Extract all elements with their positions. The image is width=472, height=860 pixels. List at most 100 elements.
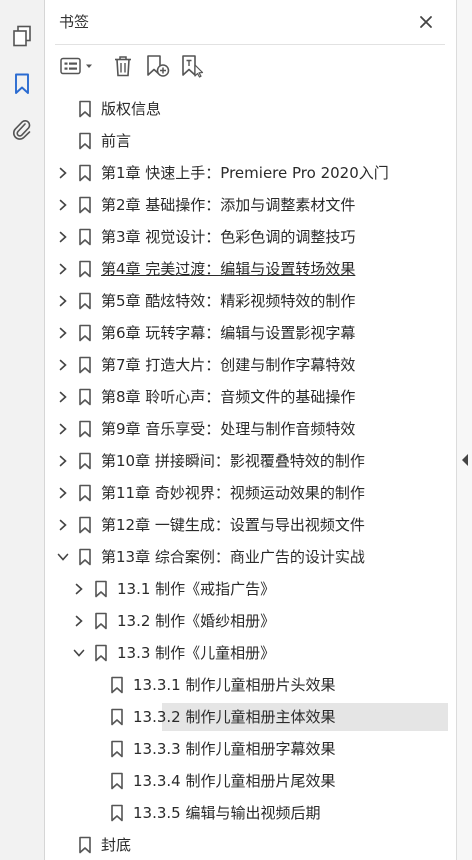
- chevron-right-icon[interactable]: [57, 519, 69, 531]
- bookmark-item-icon: [110, 708, 124, 726]
- bookmark-item[interactable]: 第2章 基础操作：添加与调整素材文件: [45, 190, 456, 220]
- bookmark-item[interactable]: 13.3.3 制作儿童相册字幕效果: [45, 734, 456, 764]
- chevron-right-icon[interactable]: [57, 455, 69, 467]
- bookmark-label: 封底: [101, 836, 132, 854]
- bookmark-item-icon: [78, 260, 92, 278]
- bookmark-item-icon: [78, 484, 92, 502]
- bookmark-label: 第3章 视觉设计：色彩色调的调整技巧: [101, 228, 356, 246]
- attachment-icon[interactable]: [8, 116, 36, 144]
- chevron-right-icon[interactable]: [57, 199, 69, 211]
- chevron-right-icon[interactable]: [57, 423, 69, 435]
- delete-bookmark-button[interactable]: [110, 52, 136, 80]
- bookmark-item[interactable]: 第8章 聆听心声：音频文件的基础操作: [45, 382, 456, 412]
- bookmark-label: 第5章 酷炫特效：精彩视频特效的制作: [101, 292, 356, 310]
- bookmark-label: 第13章 综合案例：商业广告的设计实战: [101, 548, 365, 566]
- bookmark-item[interactable]: 前言: [45, 126, 456, 156]
- bookmark-item-icon: [110, 676, 124, 694]
- bookmark-label: 第10章 拼接瞬间：影视覆叠特效的制作: [101, 452, 365, 470]
- bookmark-item-icon: [78, 228, 92, 246]
- bookmark-item-icon: [94, 644, 108, 662]
- chevron-right-icon[interactable]: [57, 391, 69, 403]
- bookmark-item-icon: [78, 324, 92, 342]
- bookmark-item[interactable]: 13.3.1 制作儿童相册片头效果: [45, 670, 456, 700]
- bookmark-item[interactable]: 第12章 一键生成：设置与导出视频文件: [45, 510, 456, 540]
- bookmark-label: 第11章 奇妙视界：视频运动效果的制作: [101, 484, 365, 502]
- bookmark-item[interactable]: 13.3.4 制作儿童相册片尾效果: [45, 766, 456, 796]
- bookmark-item[interactable]: 13.3.2 制作儿童相册主体效果: [45, 702, 456, 732]
- panel-title: 书签: [59, 13, 90, 31]
- delete-icon: [115, 56, 131, 77]
- bookmark-item-icon: [78, 356, 92, 374]
- bookmark-item-icon: [78, 196, 92, 214]
- chevron-right-icon[interactable]: [57, 295, 69, 307]
- bookmark-from-selection-icon: [182, 55, 204, 78]
- bookmark-item-icon: [78, 548, 92, 566]
- chevron-right-icon[interactable]: [57, 231, 69, 243]
- bookmark-item[interactable]: 第5章 酷炫特效：精彩视频特效的制作: [45, 286, 456, 316]
- bookmark-item[interactable]: 第4章 完美过渡：编辑与设置转场效果: [45, 254, 456, 284]
- bookmark-item[interactable]: 第1章 快速上手：Premiere Pro 2020入门: [45, 158, 456, 188]
- bookmark-item[interactable]: 13.1 制作《戒指广告》: [45, 574, 456, 604]
- bookmark-label: 第6章 玩转字幕：编辑与设置影视字幕: [101, 324, 356, 342]
- bookmark-icon[interactable]: [8, 70, 36, 98]
- document-edge: [457, 0, 472, 860]
- bookmark-item-icon: [78, 132, 92, 150]
- bookmark-from-selection-button[interactable]: [179, 52, 207, 80]
- bookmark-item-icon: [110, 804, 124, 822]
- chevron-down-icon[interactable]: [73, 647, 85, 659]
- bookmark-label: 第9章 音乐享受：处理与制作音频特效: [101, 420, 356, 438]
- bookmark-item[interactable]: 第3章 视觉设计：色彩色调的调整技巧: [45, 222, 456, 252]
- bookmark-label: 13.3.2 制作儿童相册主体效果: [133, 708, 336, 726]
- chevron-right-icon[interactable]: [57, 327, 69, 339]
- bookmark-label: 13.2 制作《婚纱相册》: [117, 612, 276, 630]
- bookmark-label: 第1章 快速上手：Premiere Pro 2020入门: [101, 164, 389, 182]
- bookmark-item-icon: [110, 740, 124, 758]
- bookmark-label: 第7章 打造大片：创建与制作字幕特效: [101, 356, 356, 374]
- chevron-right-icon[interactable]: [57, 487, 69, 499]
- chevron-right-icon[interactable]: [73, 583, 85, 595]
- bookmark-label: 第8章 聆听心声：音频文件的基础操作: [101, 388, 356, 406]
- chevron-right-icon[interactable]: [73, 615, 85, 627]
- pages-icon[interactable]: [8, 22, 36, 50]
- divider: [55, 44, 445, 45]
- bookmark-label: 13.3 制作《儿童相册》: [117, 644, 276, 662]
- bookmark-item-icon: [110, 772, 124, 790]
- chevron-right-icon[interactable]: [57, 263, 69, 275]
- bookmark-label: 13.3.3 制作儿童相册字幕效果: [133, 740, 336, 758]
- chevron-right-icon[interactable]: [57, 167, 69, 179]
- bookmark-item[interactable]: 13.2 制作《婚纱相册》: [45, 606, 456, 636]
- bookmark-item-icon: [78, 516, 92, 534]
- collapse-panel-icon[interactable]: [460, 452, 470, 466]
- bookmark-label: 第4章 完美过渡：编辑与设置转场效果: [101, 260, 356, 278]
- bookmark-item[interactable]: 版权信息: [45, 94, 456, 124]
- bookmarks-panel: 书签 版权信息 前言 第1章 快速上手：Premiere Pro 2020入门 …: [45, 0, 457, 860]
- bookmark-item-icon: [94, 612, 108, 630]
- new-bookmark-button[interactable]: [144, 52, 172, 80]
- chevron-right-icon[interactable]: [57, 359, 69, 371]
- navigation-rail: [0, 0, 45, 860]
- bookmark-item-icon: [78, 836, 92, 854]
- bookmark-item[interactable]: 13.3 制作《儿童相册》: [45, 638, 456, 668]
- bookmark-item[interactable]: 第11章 奇妙视界：视频运动效果的制作: [45, 478, 456, 508]
- bookmark-item[interactable]: 第13章 综合案例：商业广告的设计实战: [45, 542, 456, 572]
- bookmark-item[interactable]: 第10章 拼接瞬间：影视覆叠特效的制作: [45, 446, 456, 476]
- close-icon[interactable]: [413, 9, 439, 35]
- bookmark-label: 前言: [101, 132, 132, 150]
- bookmark-item-icon: [78, 420, 92, 438]
- bookmark-item[interactable]: 第9章 音乐享受：处理与制作音频特效: [45, 414, 456, 444]
- chevron-down-icon[interactable]: [57, 551, 69, 563]
- bookmark-label: 13.3.5 编辑与输出视频后期: [133, 804, 321, 822]
- options-menu-button[interactable]: [59, 52, 97, 80]
- bookmark-item-icon: [78, 292, 92, 310]
- bookmark-item[interactable]: 13.3.5 编辑与输出视频后期: [45, 798, 456, 828]
- bookmark-label: 13.3.4 制作儿童相册片尾效果: [133, 772, 336, 790]
- bookmark-item[interactable]: 封底: [45, 830, 456, 860]
- bookmark-label: 13.1 制作《戒指广告》: [117, 580, 276, 598]
- bookmark-label: 13.3.1 制作儿童相册片头效果: [133, 676, 336, 694]
- bookmark-label: 第2章 基础操作：添加与调整素材文件: [101, 196, 356, 214]
- bookmark-item[interactable]: 第7章 打造大片：创建与制作字幕特效: [45, 350, 456, 380]
- bookmark-item-icon: [94, 580, 108, 598]
- bookmark-item[interactable]: 第6章 玩转字幕：编辑与设置影视字幕: [45, 318, 456, 348]
- new-bookmark-icon: [147, 55, 170, 77]
- options-menu-icon: [60, 57, 92, 75]
